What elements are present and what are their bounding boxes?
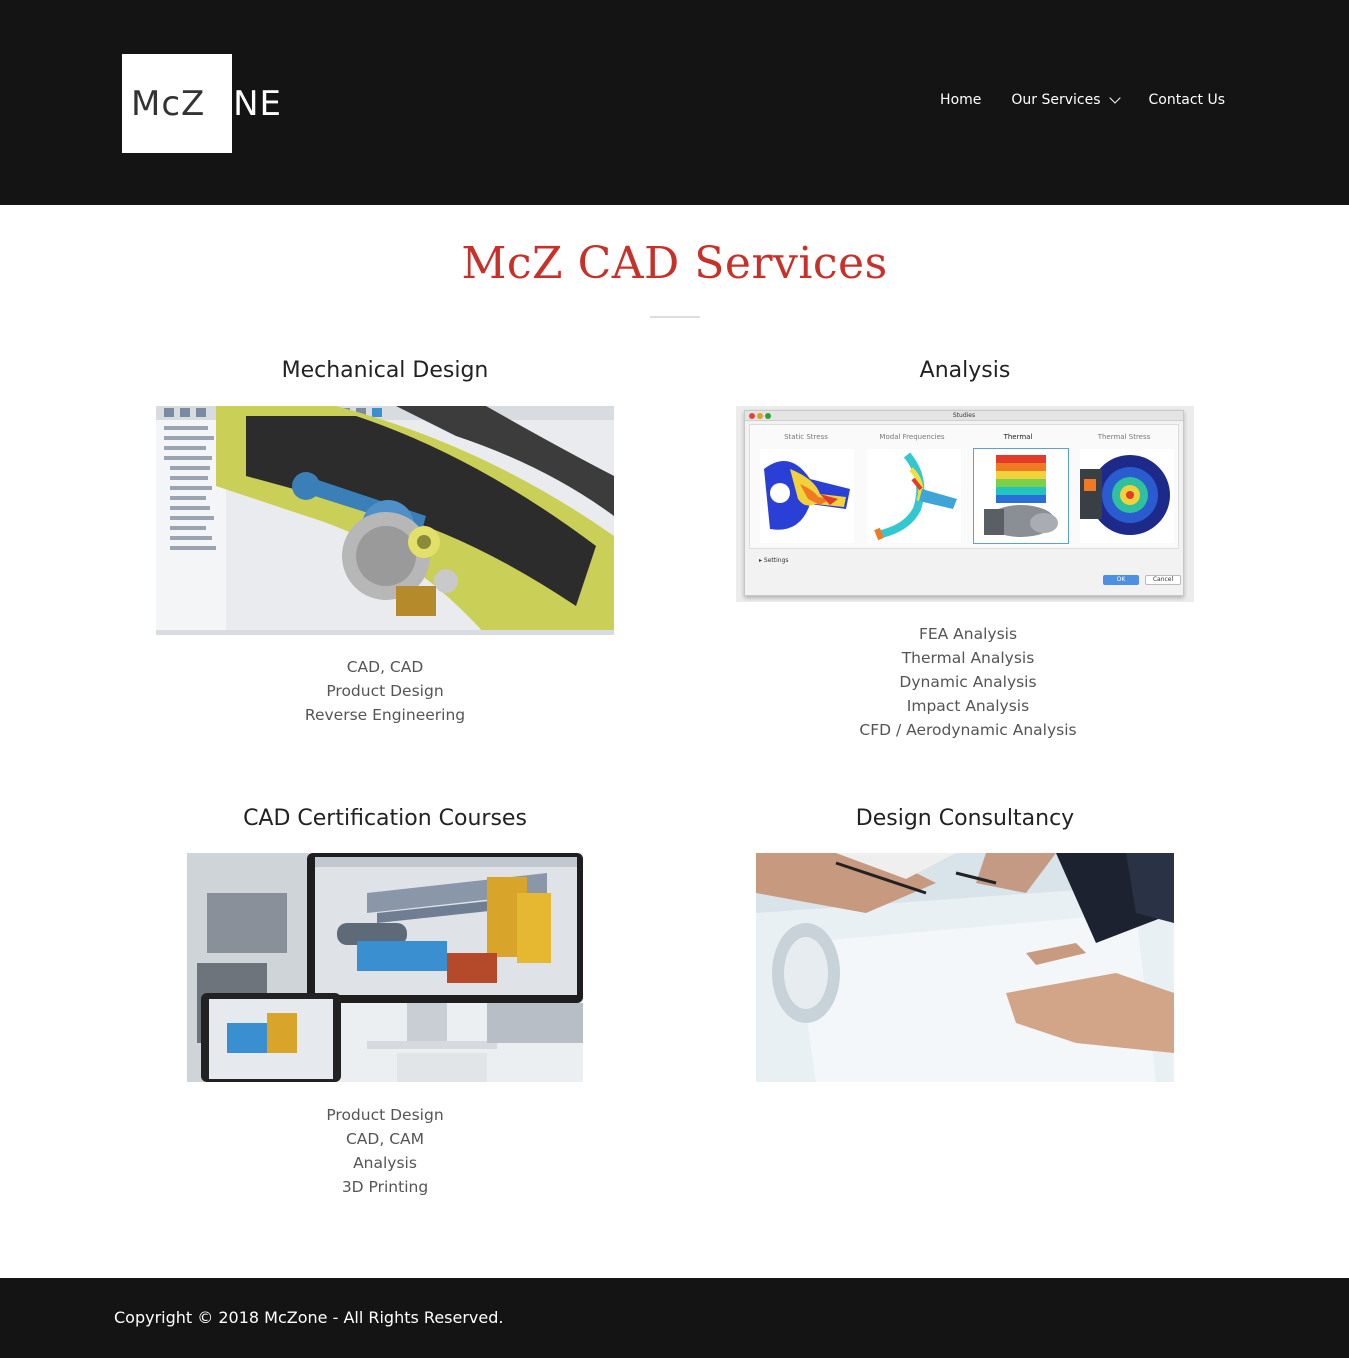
service-title-cad-certification-courses: CAD Certification Courses xyxy=(243,806,527,831)
list-item: Analysis xyxy=(353,1154,417,1172)
list-item: Thermal Analysis xyxy=(901,649,1035,667)
cad-certification-image xyxy=(187,853,583,1082)
site-header: McZONE Home Our Services Contact Us xyxy=(0,0,1349,205)
logo-text-light: ONE xyxy=(205,84,283,124)
service-title-mechanical-design: Mechanical Design xyxy=(281,358,489,383)
study-tab-thermal-stress-label: Thermal Stress xyxy=(1097,433,1151,441)
title-divider xyxy=(650,316,700,318)
nav-contact-us[interactable]: Contact Us xyxy=(1149,92,1225,108)
list-item: Reverse Engineering xyxy=(304,706,466,724)
mechanical-design-illustration xyxy=(156,406,614,635)
nav-home[interactable]: Home xyxy=(940,92,981,108)
settings-label: Settings xyxy=(763,557,789,564)
list-item: Impact Analysis xyxy=(906,697,1030,715)
copyright-text: Copyright © 2018 McZone - All Rights Res… xyxy=(114,1308,504,1327)
study-thermal-thumbnail[interactable] xyxy=(973,448,1069,544)
list-item: Dynamic Analysis xyxy=(899,673,1037,691)
nav-our-services-label: Our Services xyxy=(1011,92,1101,108)
studies-window: Studies Static Stress Modal Frequencies … xyxy=(744,410,1184,596)
studies-window-titlebar: Studies xyxy=(745,411,1183,421)
logo[interactable]: McZONE xyxy=(122,54,324,153)
service-title-design-consultancy: Design Consultancy xyxy=(855,806,1075,831)
nav-home-label: Home xyxy=(940,92,982,108)
nav-our-services[interactable]: Our Services xyxy=(1011,91,1121,108)
list-item: CFD / Aerodynamic Analysis xyxy=(859,721,1077,739)
study-tab-static-stress-label: Static Stress xyxy=(784,433,828,441)
studies-window-title: Studies xyxy=(952,412,976,419)
list-item: FEA Analysis xyxy=(918,625,1018,643)
list-item: CAD, CAM xyxy=(345,1130,424,1148)
study-static-stress-thumbnail[interactable] xyxy=(760,449,854,543)
settings-disclosure[interactable]: ▸ Settings xyxy=(759,557,789,564)
ok-button[interactable]: OK xyxy=(1103,575,1139,585)
list-item: Product Design xyxy=(326,1106,444,1124)
main-nav: Home Our Services Contact Us xyxy=(910,91,1225,108)
list-item: Product Design xyxy=(326,682,444,700)
page-title: McZ CAD Services xyxy=(461,238,888,289)
design-consultancy-image xyxy=(756,853,1174,1082)
list-item: 3D Printing xyxy=(341,1178,429,1196)
mechanical-design-image xyxy=(156,406,614,635)
site-footer: Copyright © 2018 McZone - All Rights Res… xyxy=(0,1278,1349,1358)
study-modal-frequencies-thumbnail[interactable] xyxy=(867,449,961,543)
service-title-analysis: Analysis xyxy=(919,358,1011,383)
logo-text: McZONE xyxy=(131,84,282,124)
nav-contact-us-label: Contact Us xyxy=(1148,92,1225,108)
analysis-list: FEA Analysis Thermal Analysis Dynamic An… xyxy=(736,622,1200,742)
logo-text-dark: McZ xyxy=(131,84,206,124)
cad-certification-illustration xyxy=(187,853,583,1082)
chevron-down-icon xyxy=(1108,91,1121,104)
cancel-button[interactable]: Cancel xyxy=(1145,575,1181,585)
list-item: CAD, CAD xyxy=(346,658,424,676)
cad-certification-list: Product Design CAD, CAM Analysis 3D Prin… xyxy=(156,1103,614,1199)
analysis-image: Studies Static Stress Modal Frequencies … xyxy=(736,406,1194,602)
mechanical-design-list: CAD, CAD Product Design Reverse Engineer… xyxy=(156,655,614,727)
study-thermal-stress-thumbnail[interactable] xyxy=(1080,449,1174,543)
studies-tabs-panel: Static Stress Modal Frequencies Thermal … xyxy=(749,424,1179,549)
study-tab-thermal-label: Thermal xyxy=(1003,433,1033,441)
design-consultancy-illustration xyxy=(756,853,1174,1082)
study-tab-modal-frequencies-label: Modal Frequencies xyxy=(879,433,945,441)
